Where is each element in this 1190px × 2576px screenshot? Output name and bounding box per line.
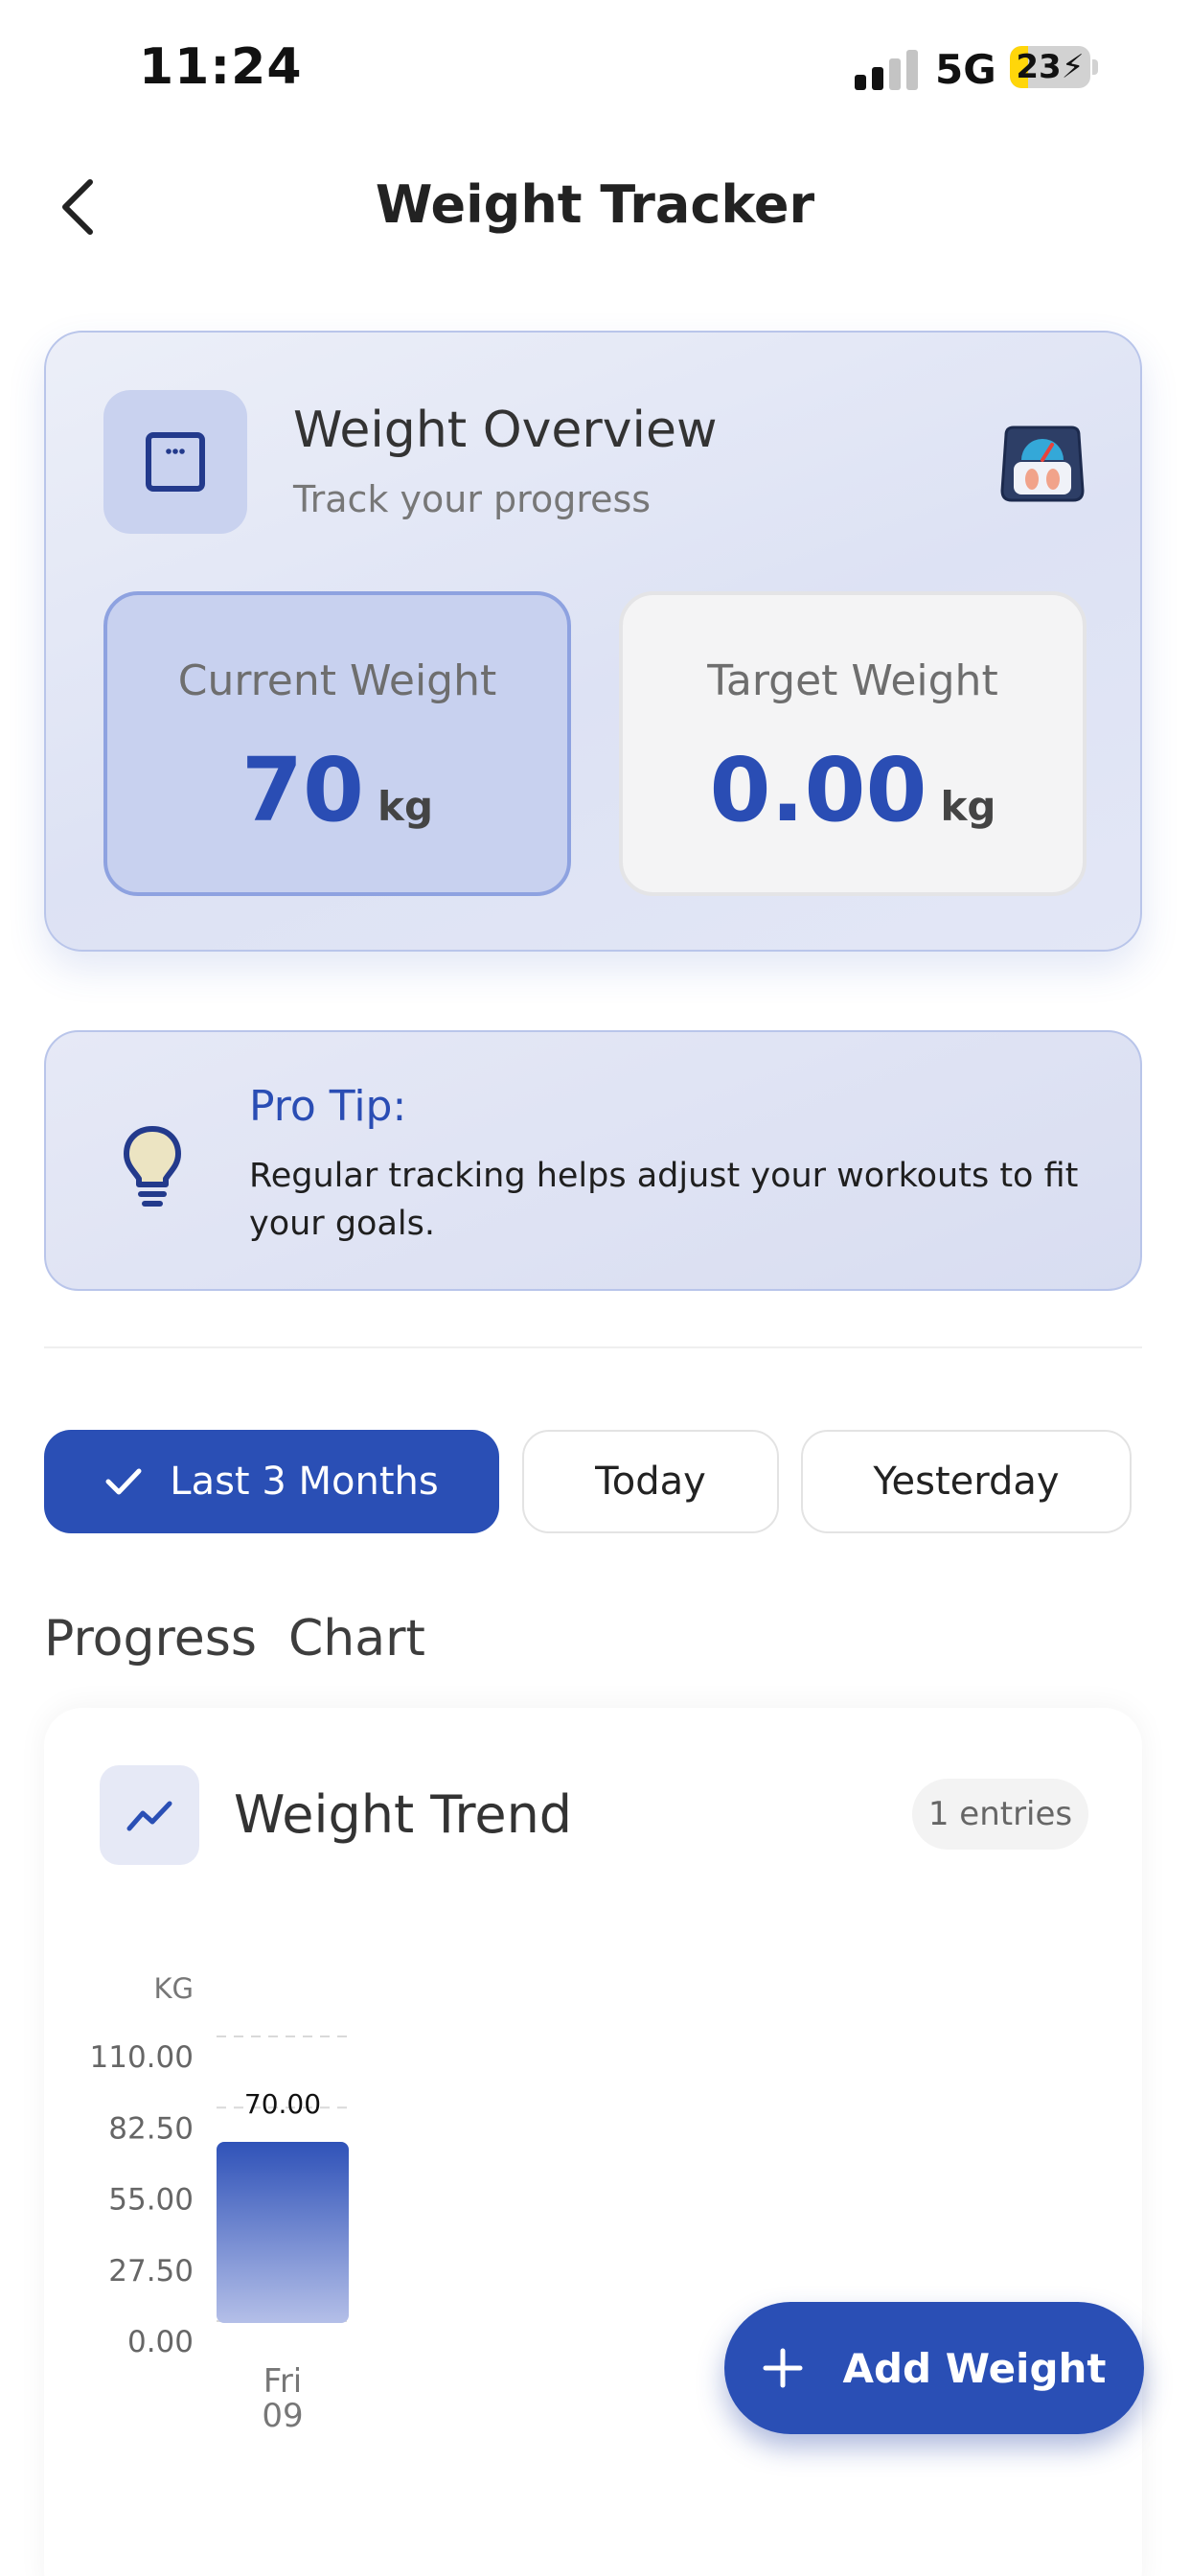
x-tick-label: Fri <box>263 2362 303 2401</box>
target-weight-unit: kg <box>940 783 996 830</box>
battery-icon: 23⚡ <box>1010 46 1090 88</box>
checkmark-icon <box>105 1468 142 1495</box>
add-weight-button[interactable]: Add Weight <box>724 2302 1144 2434</box>
filter-label: Yesterday <box>873 1460 1060 1504</box>
cellular-signal-icon <box>855 50 918 90</box>
status-bar: 11:24 5G 23⚡ <box>0 0 1190 134</box>
target-weight-box[interactable]: Target Weight 0.00 kg <box>619 591 1087 896</box>
y-tick-label: 82.50 <box>108 2111 194 2146</box>
tip-title: Pro Tip: <box>249 1082 407 1131</box>
battery-level: 23⚡ <box>1016 48 1085 86</box>
bar-data-label: 70.00 <box>244 2088 321 2120</box>
y-tick-label: 27.50 <box>108 2254 194 2288</box>
page-title: Weight Tracker <box>375 174 815 235</box>
filter-today[interactable]: Today <box>522 1430 779 1533</box>
filter-yesterday[interactable]: Yesterday <box>801 1430 1132 1533</box>
trend-line-icon <box>126 1801 172 1831</box>
plus-icon <box>763 2348 803 2388</box>
filter-label: Today <box>595 1460 706 1504</box>
weight-bar-chart: KG 110.00 82.50 55.00 27.50 0.00 70.00 Fri09 <box>90 1972 349 2435</box>
y-tick-label: 0.00 <box>127 2325 194 2359</box>
filter-label: Last 3 Months <box>170 1460 439 1504</box>
pro-tip-card: Pro Tip: Regular tracking helps adjust y… <box>44 1030 1142 1291</box>
y-tick-label: 110.00 <box>90 2040 194 2075</box>
scale-square-icon <box>146 432 205 492</box>
status-time: 11:24 <box>139 38 303 96</box>
overview-icon-tile <box>103 390 247 534</box>
network-type: 5G <box>935 46 996 93</box>
current-weight-value-row: 70 kg <box>107 739 567 841</box>
entries-badge: 1 entries <box>912 1779 1088 1850</box>
bathroom-scale-icon <box>1000 426 1085 502</box>
current-weight-box: Current Weight 70 kg <box>103 591 571 896</box>
weight-overview-card: Weight Overview Track your progress Curr… <box>44 331 1142 952</box>
weight-trend-card: Weight Trend 1 entries KG 110.00 82.50 55.… <box>44 1708 1142 2576</box>
add-weight-label: Add Weight <box>842 2344 1107 2392</box>
section-title: Progress Chart <box>44 1610 425 1668</box>
target-weight-value: 0.00 <box>709 739 927 841</box>
lightbulb-icon <box>124 1126 181 1207</box>
overview-title: Weight Overview <box>293 402 718 459</box>
x-tick-label: 09 <box>262 2397 303 2435</box>
y-tick-label: 55.00 <box>108 2183 194 2218</box>
section-divider <box>44 1346 1142 1348</box>
trend-icon-tile <box>100 1765 199 1865</box>
current-weight-unit: kg <box>378 783 434 830</box>
tip-text: Regular tracking helps adjust your worko… <box>249 1157 1079 1243</box>
y-axis-label: KG <box>154 1972 195 2005</box>
chart-card-title: Weight Trend <box>234 1784 573 1845</box>
filter-last-3-months[interactable]: Last 3 Months <box>44 1430 499 1533</box>
target-weight-value-row: 0.00 kg <box>623 739 1083 841</box>
bar <box>217 2142 349 2323</box>
target-weight-label: Target Weight <box>707 656 998 705</box>
current-weight-value: 70 <box>240 739 365 841</box>
current-weight-label: Current Weight <box>177 656 497 705</box>
overview-subtitle: Track your progress <box>293 478 652 520</box>
battery-tip <box>1092 59 1098 75</box>
